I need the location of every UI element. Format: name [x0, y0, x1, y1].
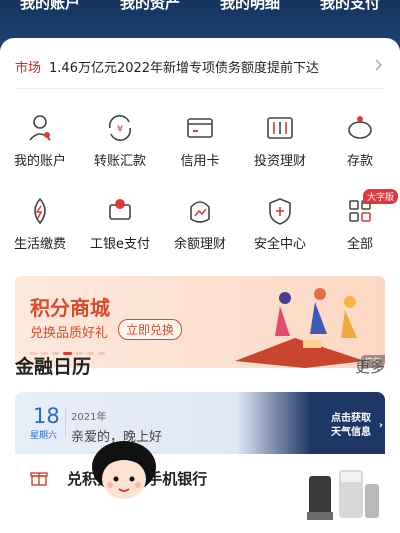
transfer-icon: ¥: [108, 115, 132, 141]
tab-my-payment[interactable]: 我的支付: [300, 0, 400, 13]
tab-my-assets[interactable]: 我的资产: [100, 0, 200, 13]
grid-item-invest[interactable]: 投资理财: [240, 110, 320, 169]
grid-label: 投资理财: [253, 154, 306, 169]
grid-label: 全部: [346, 237, 373, 252]
grid-item-transfer[interactable]: ¥ 转账汇款: [80, 110, 160, 169]
redeem-now-button[interactable]: 立即兑换: [118, 319, 183, 340]
large-font-badge: 大字版: [362, 189, 398, 204]
gift-icon: [30, 472, 48, 486]
grid-item-utility[interactable]: 生活缴费: [0, 193, 80, 252]
grid-item-epay[interactable]: 工银e支付: [80, 193, 160, 252]
weather-line-1: 点击获取: [331, 413, 371, 424]
grid-label: 转账汇款: [93, 154, 146, 169]
banner-title: 积分商城: [30, 296, 110, 320]
grid-label: 存款: [346, 154, 373, 169]
weather-link[interactable]: 点击获取 天气信息 ›: [331, 412, 383, 440]
tab-my-account[interactable]: 我的账户: [0, 0, 100, 13]
grid-label: 工银e支付: [90, 237, 150, 252]
grid-label: 安全中心: [253, 237, 306, 252]
grid-label: 生活缴费: [13, 237, 66, 252]
divider: [65, 408, 66, 438]
invest-icon: [267, 117, 293, 139]
balance-icon: [190, 201, 210, 223]
news-text: 1.46万亿元2022年新增专项债务额度提前下达: [49, 60, 320, 76]
shield-icon: [269, 198, 291, 225]
calendar-weekday: 星期六: [30, 431, 58, 441]
chevron-right-icon: [375, 59, 383, 71]
svg-text:¥: ¥: [117, 124, 123, 135]
cartoon-avatar: [92, 441, 156, 499]
section-title-finance-calendar: 金融日历: [15, 356, 92, 378]
calendar-day: 18: [33, 404, 60, 428]
grid-item-all[interactable]: 大字版 全部: [320, 189, 400, 252]
grid-item-security[interactable]: 安全中心: [240, 193, 320, 252]
product-image: [307, 470, 379, 520]
chevron-right-icon: ›: [378, 420, 383, 431]
banner-illustration: [235, 288, 365, 368]
grid-item-my-account[interactable]: 我的账户: [0, 110, 80, 169]
grid-item-credit-card[interactable]: 信用卡: [160, 110, 240, 169]
credit-card-icon: [187, 118, 213, 138]
banner-subtitle: 兑换品质好礼: [30, 326, 109, 341]
divider: [15, 88, 385, 89]
news-tag: 市场: [15, 60, 42, 76]
account-icon: [29, 115, 51, 141]
grid-item-deposit[interactable]: 存款: [320, 110, 400, 169]
epay-icon: [109, 199, 131, 220]
grid-label: 信用卡: [180, 154, 220, 169]
promo-row[interactable]: 兑积分 就上手机银行: [15, 454, 385, 533]
grid-label: 我的账户: [13, 154, 66, 169]
weather-line-2: 天气信息: [331, 427, 371, 438]
tab-my-details[interactable]: 我的明细: [200, 0, 300, 13]
calendar-year: 2021年: [71, 412, 107, 423]
grid-item-balance[interactable]: 余额理财: [160, 193, 240, 252]
news-ticker[interactable]: 市场 1.46万亿元2022年新增专项债务额度提前下达: [15, 56, 385, 76]
more-link[interactable]: 更多: [355, 356, 385, 377]
utility-icon: [34, 197, 46, 225]
grid-label: 余额理财: [173, 237, 226, 252]
finance-calendar-card[interactable]: 18 星期六 2021年 亲爱的，晚上好 点击获取 天气信息 ›: [15, 392, 385, 454]
deposit-icon: [348, 116, 372, 139]
